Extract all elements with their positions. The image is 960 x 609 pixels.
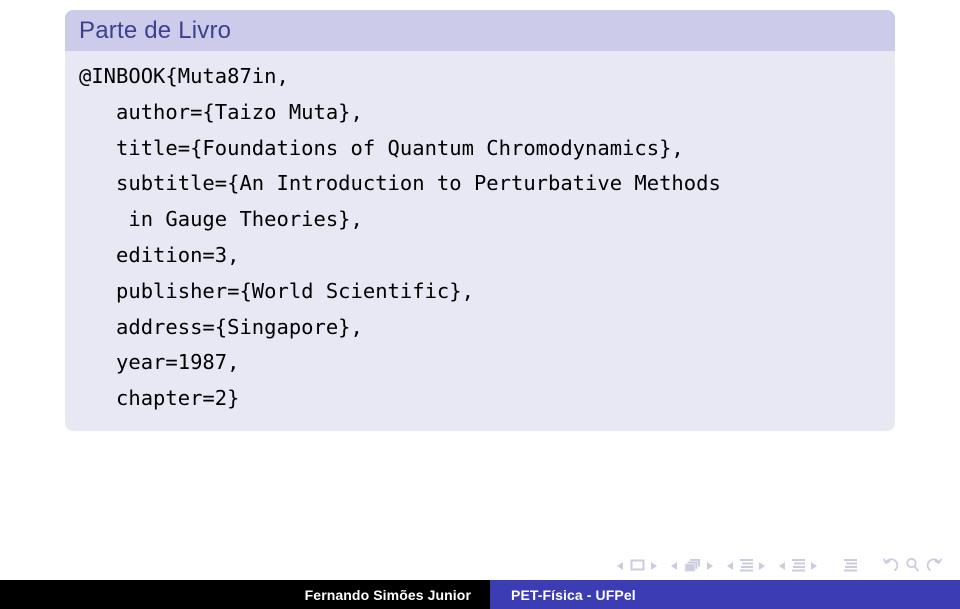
frame-navigation-group[interactable] — [669, 557, 716, 573]
block-body: @INBOOK{Muta87in, author={Taizo Muta}, t… — [65, 51, 895, 431]
document-navigation-group[interactable] — [879, 557, 946, 573]
footer-institute-section: PET-Física - UFPel — [490, 580, 960, 609]
slide-backward-icon[interactable] — [615, 559, 626, 572]
presentation-icon[interactable] — [843, 557, 858, 573]
footer-author: Fernando Simões Junior — [304, 586, 471, 603]
section-icon[interactable] — [791, 557, 806, 573]
beamer-navigation-bar[interactable] — [606, 554, 946, 576]
arrow-back-icon[interactable] — [882, 557, 899, 573]
subsection-forward-icon[interactable] — [757, 559, 768, 572]
subsection-navigation-group[interactable] — [725, 557, 768, 573]
frame-backward-icon[interactable] — [669, 559, 680, 572]
slide-footer: Fernando Simões Junior PET-Física - UFPe… — [0, 580, 960, 609]
magnifier-icon[interactable] — [905, 557, 920, 573]
section-backward-icon[interactable] — [777, 559, 788, 572]
slide-icon[interactable] — [629, 558, 646, 572]
footer-institute: PET-Física - UFPel — [511, 586, 636, 603]
section-forward-icon[interactable] — [809, 559, 820, 572]
subsection-icon[interactable] — [739, 557, 754, 573]
slide-navigation-group[interactable] — [615, 558, 660, 572]
slide-forward-icon[interactable] — [649, 559, 660, 572]
frames-icon[interactable] — [683, 557, 702, 573]
section-navigation-group[interactable] — [777, 557, 820, 573]
block-title: Parte de Livro — [65, 10, 895, 51]
presentation-navigation-group[interactable] — [840, 557, 861, 573]
footer-author-section: Fernando Simões Junior — [0, 580, 490, 609]
frame-forward-icon[interactable] — [705, 559, 716, 572]
beamer-block: Parte de Livro @INBOOK{Muta87in, author=… — [65, 10, 895, 431]
bibtex-code: @INBOOK{Muta87in, author={Taizo Muta}, t… — [79, 64, 721, 411]
arrow-forward-icon[interactable] — [926, 557, 943, 573]
subsection-backward-icon[interactable] — [725, 559, 736, 572]
